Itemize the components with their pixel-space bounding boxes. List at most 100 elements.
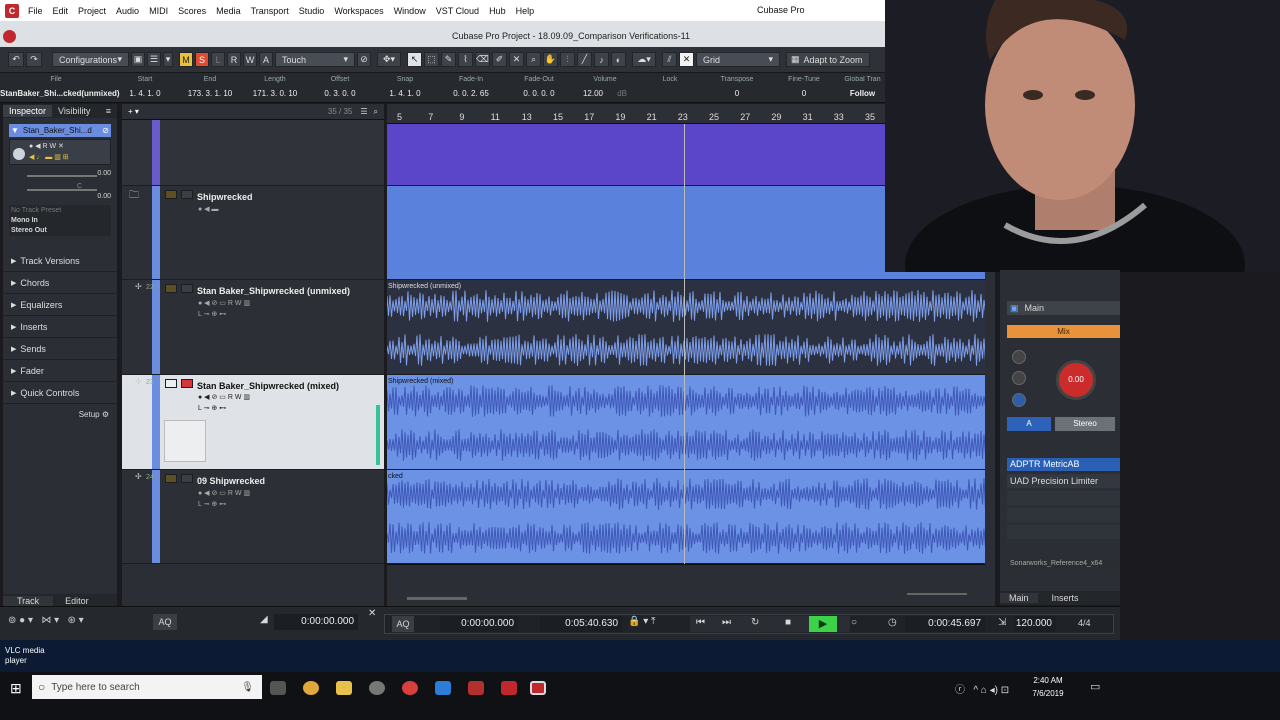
taskbar-search-box[interactable]: ○ Type here to search 🎙 [32, 675, 262, 699]
track-controls[interactable]: ● ◀ ⊘ ▭ R W ▥ [198, 489, 250, 497]
audio-event-mixed[interactable]: Shipwrecked (mixed) [387, 375, 985, 470]
dim-button[interactable] [1012, 350, 1026, 364]
track-row[interactable]: ✢ 24 09 Shipwrecked ● ◀ ⊘ ▭ R W ▥ L ⊸ ⊕ … [122, 470, 384, 564]
speaker-a-button[interactable]: A [1007, 417, 1051, 431]
channel-header[interactable]: ▣ Main [1007, 301, 1120, 315]
menu-edit[interactable]: Edit [48, 6, 74, 16]
audio-event-09[interactable]: cked [387, 470, 985, 564]
track-row[interactable]: 🗀 Shipwrecked ● ◀ ▬ [122, 186, 384, 280]
info-start[interactable]: Start 1. 4. 1. 0 [115, 76, 175, 98]
track-folder-top[interactable] [122, 120, 384, 186]
track-state-icons[interactable]: ◀ ♩ ▬ ▥ ⊞ [29, 153, 125, 163]
undo-icon[interactable]: ↶ [8, 52, 24, 67]
marker-icon[interactable]: ◢ [260, 614, 268, 625]
app-icon-red[interactable] [468, 681, 484, 695]
task-view-icon[interactable] [270, 681, 286, 695]
tab-visibility[interactable]: Visibility [52, 105, 96, 117]
tab-track[interactable]: Track [3, 596, 54, 606]
gain-knob[interactable]: 0.00 [1056, 360, 1096, 400]
menu-hub[interactable]: Hub [484, 6, 511, 16]
edge-icon[interactable] [435, 681, 451, 695]
info-volume[interactable]: Volume 12.00 dB [575, 76, 635, 98]
mute-button[interactable] [165, 284, 177, 293]
mute-tool-icon[interactable]: ✕ [509, 52, 524, 67]
signature-display[interactable]: 4/4 [1078, 618, 1091, 628]
zoom-tool-icon[interactable]: ⌕ [526, 52, 541, 67]
cubase-taskbar-icon[interactable] [530, 681, 546, 695]
track-controls-row2[interactable]: L ⊸ ⊕ ⊷ [198, 404, 226, 412]
speaker-button[interactable] [1012, 393, 1026, 407]
main-time-display[interactable]: 0:00:45.697 [905, 616, 985, 632]
insert-slot-4[interactable] [1007, 508, 1120, 522]
menu-window[interactable]: Window [389, 6, 431, 16]
configurations-dropdown[interactable]: Configurations ▾ [52, 52, 129, 67]
track-row[interactable]: ✢ 22 Stan Baker_Shipwrecked (unmixed) ● … [122, 280, 384, 375]
track-controls-row2[interactable]: L ⊸ ⊕ ⊷ [198, 500, 226, 508]
info-end[interactable]: End 173. 3. 1. 10 [180, 76, 240, 98]
audio-quantize-button[interactable]: AQ [153, 614, 177, 630]
add-track-icon[interactable]: + ▾ [128, 107, 139, 116]
track-name[interactable]: Stan Baker_Shipwrecked (unmixed) [197, 286, 350, 296]
clock-icon[interactable]: ◷ [888, 617, 897, 628]
left-time-display[interactable]: 0:00:00.000 [274, 614, 358, 630]
windows-start-icon[interactable]: ⊞ [10, 680, 22, 697]
inspector-track-header[interactable]: ▼ Stan_Baker_Shi...d ⊘ [9, 124, 111, 137]
record-controls[interactable]: ● ◀ R W ✕ [29, 142, 125, 152]
insert-slot-1[interactable]: ADPTR MetricAB [1007, 458, 1120, 471]
menu-workspaces[interactable]: Workspaces [329, 6, 388, 16]
lock-icon[interactable]: 🔒 ▾ ⤒ [628, 616, 655, 627]
record-icon[interactable]: ○ [851, 617, 857, 628]
insert-slot-5[interactable] [1007, 525, 1120, 539]
chevron-down-icon[interactable]: ▾ [163, 52, 173, 67]
section-inserts[interactable]: ▶ Inserts [3, 316, 117, 338]
info-file[interactable]: File StanBaker_Shi...cked(unmixed) [0, 76, 120, 98]
track-controls[interactable]: ● ◀ ⊘ ▭ R W ▥ [198, 299, 250, 307]
section-equalizers[interactable]: ▶ Equalizers [3, 294, 117, 316]
mute-button[interactable] [165, 474, 177, 483]
write-button[interactable]: W [243, 52, 257, 67]
cycle-icon[interactable]: ↻ [751, 617, 759, 628]
color-tool-icon[interactable]: ◐ [611, 52, 626, 67]
control-room-plugin[interactable]: Sonarworks_Reference4_x64 [1007, 558, 1120, 570]
go-to-start-icon[interactable]: ⏮ [696, 617, 705, 628]
mute-button[interactable] [165, 190, 177, 199]
listen-button[interactable]: L [211, 52, 225, 67]
section-track-versions[interactable]: ▶ Track Versions [3, 250, 117, 272]
audio-event-unmixed[interactable]: Shipwrecked (unmixed) [387, 280, 985, 375]
info-fine-tune[interactable]: Fine-Tune 0 [772, 76, 836, 98]
stereo-button[interactable]: Stereo [1055, 417, 1115, 431]
playhead-cursor[interactable] [684, 124, 685, 564]
file-explorer-icon[interactable] [336, 681, 352, 695]
info-transpose[interactable]: Transpose 0 [705, 76, 769, 98]
comp-tool-icon[interactable]: ⫶ [560, 52, 575, 67]
draw-tool-icon[interactable]: ✐ [492, 52, 507, 67]
solo-button[interactable]: S [195, 52, 209, 67]
line-tool-icon[interactable]: ╱ [577, 52, 592, 67]
input-routing[interactable]: Mono In [11, 217, 109, 224]
window-layout-icon[interactable]: ▣ [131, 52, 145, 67]
solo-button[interactable] [181, 190, 193, 199]
menu-studio[interactable]: Studio [294, 6, 330, 16]
play-tool-icon[interactable]: ♪ [594, 52, 609, 67]
automation-button[interactable]: A [259, 52, 273, 67]
cubase-logo-icon[interactable]: C [5, 3, 19, 18]
close-icon[interactable]: ✕ [368, 608, 376, 619]
automation-mode-dropdown[interactable]: Touch ▾ [275, 52, 355, 67]
notification-icon[interactable]: ▭ [1090, 680, 1100, 693]
track-controls-row2[interactable]: L ⊸ ⊕ ⊷ [198, 310, 226, 318]
track-name[interactable]: 09 Shipwrecked [197, 476, 265, 486]
glue-tool-icon[interactable]: ⌇ [458, 52, 473, 67]
listen-button[interactable] [1012, 371, 1026, 385]
read-button[interactable]: R [227, 52, 241, 67]
vlc-desktop-icon[interactable]: VLC media player [5, 646, 45, 666]
info-fade-out[interactable]: Fade-Out 0. 0. 0. 0 [508, 76, 570, 98]
aq-button[interactable]: AQ [392, 616, 414, 632]
section-chords[interactable]: ▶ Chords [3, 272, 117, 294]
menu-project[interactable]: Project [73, 6, 111, 16]
speech-bubble-icon[interactable]: ☁▾ [632, 52, 656, 67]
menu-help[interactable]: Help [511, 6, 540, 16]
folder-icon[interactable]: 🗀 [129, 188, 139, 205]
search-icon[interactable]: ⌕ [374, 107, 378, 117]
tab-main[interactable]: Main [1000, 593, 1038, 603]
insert-slot-3[interactable] [1007, 491, 1120, 505]
